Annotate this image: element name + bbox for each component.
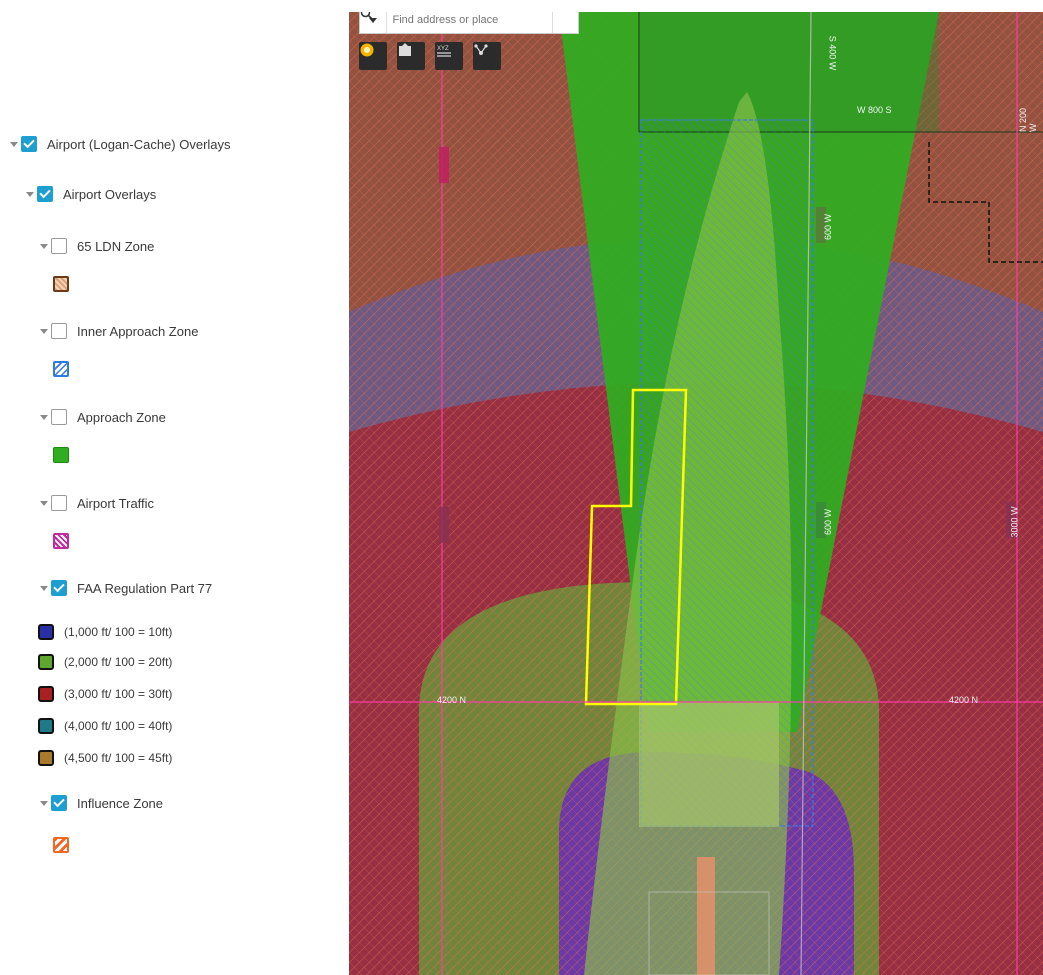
layer-label: FAA Regulation Part 77 [77, 580, 213, 596]
layer-checkbox[interactable] [51, 580, 67, 596]
map-canvas[interactable] [349, 12, 1043, 975]
basemap-button[interactable] [359, 42, 387, 70]
color-swatch-icon [38, 750, 54, 766]
runway-end-area [639, 702, 779, 827]
legend-class-label: (1,000 ft/ 100 = 10ft) [64, 625, 173, 639]
expand-caret-icon[interactable] [10, 141, 18, 147]
inner-approach-hatch-icon [53, 361, 69, 377]
search-input[interactable] [386, 13, 552, 27]
layer-label: Influence Zone [77, 795, 164, 811]
search-icon [360, 12, 373, 20]
road-label: 3000 W [1009, 506, 1020, 538]
layer-item-airport-traffic[interactable]: Airport Traffic [40, 492, 154, 514]
ldn-hatch-icon [53, 276, 69, 292]
road-label: 4200 N [437, 695, 467, 705]
expand-caret-icon[interactable] [40, 414, 48, 420]
layer-group-airport-overlays[interactable]: Airport Overlays [26, 183, 156, 205]
legend-class-label: (3,000 ft/ 100 = 30ft) [64, 687, 173, 701]
layer-checkbox[interactable] [51, 238, 67, 254]
share-icon [474, 44, 488, 55]
road-label: S 400 W [827, 35, 838, 71]
legend-class-40ft: (4,000 ft/ 100 = 40ft) [38, 716, 172, 736]
legend-class-20ft: (2,000 ft/ 100 = 20ft) [38, 652, 172, 672]
layer-group-label: Airport Overlays [63, 186, 157, 202]
legend-class-label: (4,000 ft/ 100 = 40ft) [64, 719, 173, 733]
legend-class-30ft: (3,000 ft/ 100 = 30ft) [38, 684, 172, 704]
xy-coordinate-button[interactable]: XYZ [435, 42, 463, 70]
layer-label: 65 LDN Zone [77, 238, 155, 254]
expand-caret-icon[interactable] [40, 585, 48, 591]
print-button[interactable] [397, 42, 425, 70]
color-swatch-icon [38, 654, 54, 670]
road-label: W 800 S [857, 105, 892, 115]
layer-item-influence-zone[interactable]: Influence Zone [40, 792, 163, 814]
search-button[interactable] [360, 12, 579, 33]
road-label: 4200 N [949, 695, 979, 705]
road-label: N 200 W [1018, 107, 1038, 132]
share-button[interactable] [473, 42, 501, 70]
legend-class-label: (4,500 ft/ 100 = 45ft) [64, 751, 173, 765]
runway-strip [697, 857, 715, 975]
color-swatch-icon [38, 686, 54, 702]
print-icon [399, 43, 411, 56]
layer-label: Approach Zone [77, 409, 166, 425]
layer-item-faa-part-77[interactable]: FAA Regulation Part 77 [40, 577, 212, 599]
basemap-icon [360, 43, 374, 57]
map-view[interactable]: S 400 W W 800 S N 200 W 600 W 600 W 4200… [349, 12, 1043, 975]
layer-label: Airport Traffic [77, 495, 155, 511]
road-label: 600 W [823, 213, 834, 241]
influence-hatch-icon [53, 837, 69, 853]
layer-item-65-ldn-zone[interactable]: 65 LDN Zone [40, 235, 154, 257]
approach-fill-icon [53, 447, 69, 463]
expand-caret-icon[interactable] [40, 500, 48, 506]
layer-item-inner-approach-zone[interactable]: Inner Approach Zone [40, 320, 198, 342]
xy-coordinate-icon: XYZ [437, 46, 451, 57]
layer-checkbox[interactable] [51, 795, 67, 811]
road-label: 600 W [823, 508, 834, 536]
layer-label: Inner Approach Zone [77, 323, 199, 339]
color-swatch-icon [38, 624, 54, 640]
legend-class-45ft: (4,500 ft/ 100 = 45ft) [38, 748, 172, 768]
expand-caret-icon[interactable] [26, 191, 34, 197]
search-widget [359, 12, 579, 34]
approach-zone-shade [639, 12, 939, 132]
expand-caret-icon[interactable] [40, 800, 48, 806]
expand-caret-icon[interactable] [40, 328, 48, 334]
layer-checkbox[interactable] [51, 323, 67, 339]
color-swatch-icon [38, 718, 54, 734]
expand-caret-icon[interactable] [40, 243, 48, 249]
legend-class-label: (2,000 ft/ 100 = 20ft) [64, 655, 173, 669]
layer-root-airport-overlays[interactable]: Airport (Logan-Cache) Overlays [10, 133, 231, 155]
layer-checkbox[interactable] [51, 409, 67, 425]
layer-list-panel: Airport (Logan-Cache) Overlays Airport O… [0, 0, 350, 975]
layer-group-checkbox[interactable] [37, 186, 53, 202]
layer-root-checkbox[interactable] [21, 136, 37, 152]
traffic-hatch-icon [53, 533, 69, 549]
layer-item-approach-zone[interactable]: Approach Zone [40, 406, 166, 428]
layer-root-label: Airport (Logan-Cache) Overlays [47, 136, 231, 152]
svg-text:XYZ: XYZ [437, 46, 449, 52]
legend-class-10ft: (1,000 ft/ 100 = 10ft) [38, 622, 172, 642]
layer-checkbox[interactable] [51, 495, 67, 511]
